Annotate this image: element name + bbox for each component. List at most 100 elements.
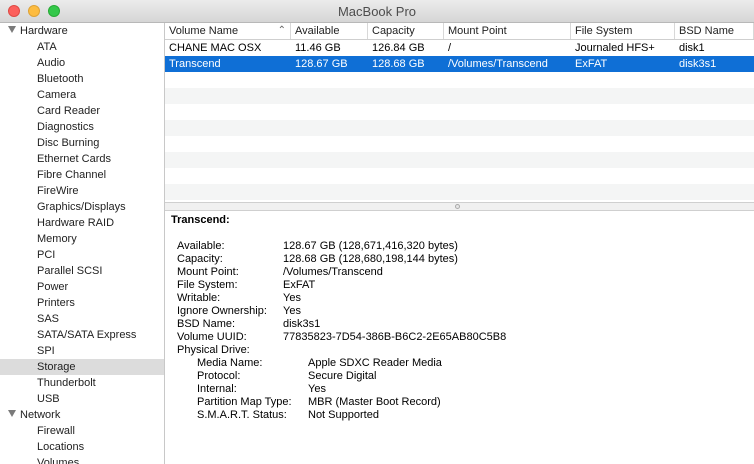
volume-table[interactable]: CHANE MAC OSX 11.46 GB 126.84 GB / Journaled… bbox=[165, 40, 754, 202]
sidebar-item-card-reader[interactable]: Card Reader bbox=[0, 103, 164, 119]
physical-drive-field: Internal: Yes bbox=[197, 383, 747, 396]
table-cell: Journaled HFS+ bbox=[575, 42, 655, 54]
column-header-label: File System bbox=[575, 25, 633, 37]
column-header-file-system[interactable]: File System bbox=[571, 23, 675, 39]
field-value: Yes bbox=[283, 305, 301, 317]
disclosure-triangle-icon[interactable] bbox=[8, 26, 16, 33]
field-label: S.M.A.R.T. Status: bbox=[197, 409, 287, 421]
sidebar-item-camera[interactable]: Camera bbox=[0, 87, 164, 103]
sidebar-item-firewire[interactable]: FireWire bbox=[0, 183, 164, 199]
chevron-up-icon[interactable]: ⌃ bbox=[278, 23, 286, 39]
sidebar-item-diagnostics[interactable]: Diagnostics bbox=[0, 119, 164, 135]
detail-field: Available: 128.67 GB (128,671,416,320 byt… bbox=[177, 240, 747, 253]
sidebar-item-hardware-raid[interactable]: Hardware RAID bbox=[0, 215, 164, 231]
sidebar-item-graphics-displays[interactable]: Graphics/Displays bbox=[0, 199, 164, 215]
column-header-label: BSD Name bbox=[679, 25, 735, 37]
column-header-mount-point[interactable]: Mount Point bbox=[444, 23, 571, 39]
column-header-available[interactable]: Available bbox=[291, 23, 368, 39]
sidebar-item-bluetooth[interactable]: Bluetooth bbox=[0, 71, 164, 87]
sidebar-group-label: Hardware bbox=[20, 25, 68, 37]
detail-field: Writable: Yes bbox=[177, 292, 747, 305]
table-cell: 11.46 GB bbox=[295, 42, 341, 54]
sidebar-item-power[interactable]: Power bbox=[0, 279, 164, 295]
window-title: MacBook Pro bbox=[337, 4, 417, 19]
sidebar-item-ethernet-cards[interactable]: Ethernet Cards bbox=[0, 151, 164, 167]
sidebar-item-volumes[interactable]: Volumes bbox=[0, 455, 164, 464]
field-label: Media Name: bbox=[197, 357, 263, 369]
table-cell: 128.68 GB bbox=[372, 58, 425, 70]
title-bar: MacBook Pro bbox=[0, 0, 754, 23]
field-label: Available: bbox=[177, 240, 225, 252]
table-cell: 128.67 GB bbox=[295, 58, 348, 70]
empty-table-row bbox=[165, 168, 754, 184]
sidebar-item-usb[interactable]: USB bbox=[0, 391, 164, 407]
sidebar-item-spi[interactable]: SPI bbox=[0, 343, 164, 359]
field-label: Protocol: bbox=[197, 370, 241, 382]
column-header-label: Capacity bbox=[372, 25, 415, 37]
table-row[interactable]: CHANE MAC OSX 11.46 GB 126.84 GB / Journaled… bbox=[165, 40, 754, 56]
field-label: Volume UUID: bbox=[177, 331, 247, 343]
field-value: ExFAT bbox=[283, 279, 316, 291]
sidebar-item-disc-burning[interactable]: Disc Burning bbox=[0, 135, 164, 151]
field-value: Secure Digital bbox=[308, 370, 377, 382]
sidebar-item-memory[interactable]: Memory bbox=[0, 231, 164, 247]
field-label: Physical Drive: bbox=[177, 344, 250, 356]
field-value: /Volumes/Transcend bbox=[283, 266, 383, 278]
sidebar-item-sas[interactable]: SAS bbox=[0, 311, 164, 327]
column-header-capacity[interactable]: Capacity bbox=[368, 23, 444, 39]
sidebar-group-label: Network bbox=[20, 409, 61, 421]
field-value: 128.68 GB (128,680,198,144 bytes) bbox=[283, 253, 458, 265]
sidebar-item-printers[interactable]: Printers bbox=[0, 295, 164, 311]
field-value: 77835823-7D54-386B-B6C2-2E65AB80C5B8 bbox=[283, 331, 507, 343]
field-value: MBR (Master Boot Record) bbox=[308, 396, 441, 408]
table-cell: disk3s1 bbox=[679, 58, 717, 70]
physical-drive-field: Media Name: Apple SDXC Reader Media bbox=[197, 357, 747, 370]
sidebar-group-network[interactable]: Network bbox=[0, 407, 164, 423]
table-cell: 126.84 GB bbox=[372, 42, 425, 54]
field-value: Yes bbox=[308, 383, 326, 395]
sidebar-item-firewall[interactable]: Firewall bbox=[0, 423, 164, 439]
detail-pane: Transcend: Available: 128.67 GB (128,671,… bbox=[165, 211, 754, 464]
field-label: Writable: bbox=[177, 292, 221, 304]
column-header-bsd-name[interactable]: BSD Name bbox=[675, 23, 754, 39]
physical-drive-field: S.M.A.R.T. Status: Not Supported bbox=[197, 409, 747, 422]
detail-field: BSD Name: disk3s1 bbox=[177, 318, 747, 331]
sidebar-item-ata[interactable]: ATA bbox=[0, 39, 164, 55]
sidebar-item-fibre-channel[interactable]: Fibre Channel bbox=[0, 167, 164, 183]
empty-table-row bbox=[165, 184, 754, 200]
sidebar-item-audio[interactable]: Audio bbox=[0, 55, 164, 71]
sidebar-item-sata-sata-express[interactable]: SATA/SATA Express bbox=[0, 327, 164, 343]
detail-field: Physical Drive: bbox=[177, 344, 747, 357]
detail-field: File System: ExFAT bbox=[177, 279, 747, 292]
detail-field: Volume UUID: 77835823-7D54-386B-B6C2-2E65… bbox=[177, 331, 747, 344]
sidebar-item-pci[interactable]: PCI bbox=[0, 247, 164, 263]
sidebar-item-thunderbolt[interactable]: Thunderbolt bbox=[0, 375, 164, 391]
sidebar[interactable]: Hardware ATA Audio Bluetooth Camera Card Read… bbox=[0, 23, 165, 464]
physical-drive-field: Partition Map Type: MBR (Master Boot Reco… bbox=[197, 396, 747, 409]
sidebar-item-locations[interactable]: Locations bbox=[0, 439, 164, 455]
empty-table-row bbox=[165, 120, 754, 136]
sidebar-group-hardware[interactable]: Hardware bbox=[0, 23, 164, 39]
sidebar-item-storage[interactable]: Storage bbox=[0, 359, 164, 375]
field-value: Not Supported bbox=[308, 409, 379, 421]
field-label: Partition Map Type: bbox=[197, 396, 292, 408]
detail-title: Transcend: bbox=[171, 214, 230, 226]
main-pane: Volume Name ⌃ Available Capacity Mount Point… bbox=[165, 23, 754, 464]
field-label: Ignore Ownership: bbox=[177, 305, 267, 317]
divider-handle-icon[interactable] bbox=[455, 204, 460, 209]
table-header: Volume Name ⌃ Available Capacity Mount Point… bbox=[165, 23, 754, 40]
table-cell: CHANE MAC OSX bbox=[169, 42, 262, 54]
empty-table-row bbox=[165, 136, 754, 152]
sidebar-item-parallel-scsi[interactable]: Parallel SCSI bbox=[0, 263, 164, 279]
detail-field: Ignore Ownership: Yes bbox=[177, 305, 747, 318]
disclosure-triangle-icon[interactable] bbox=[8, 410, 16, 417]
table-cell: Transcend bbox=[169, 58, 221, 70]
column-header-volume-name[interactable]: Volume Name ⌃ bbox=[165, 23, 291, 39]
column-header-label: Mount Point bbox=[448, 25, 507, 37]
split-divider[interactable] bbox=[165, 202, 754, 211]
column-header-label: Available bbox=[295, 25, 340, 37]
table-row[interactable]: Transcend 128.67 GB 128.68 GB/Volumes/Tran… bbox=[165, 56, 754, 72]
table-cell: disk1 bbox=[679, 42, 705, 54]
empty-table-row bbox=[165, 72, 754, 88]
empty-table-row bbox=[165, 104, 754, 120]
